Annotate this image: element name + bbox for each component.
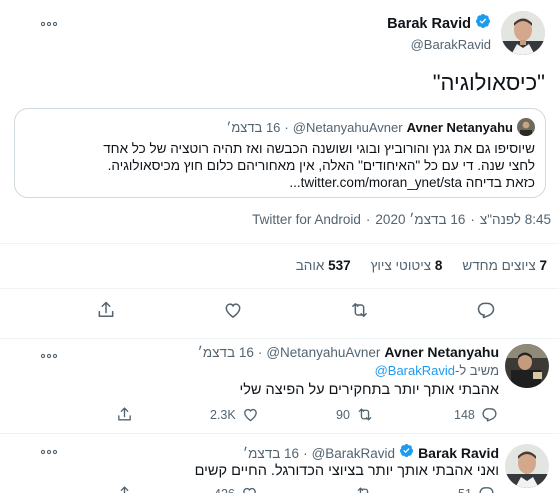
reply-retweet-button[interactable] <box>349 485 373 493</box>
quotes-label: ציטוטי ציוץ <box>370 258 432 273</box>
reply-text: אהבתי אותך יותר בתחקירים על הפיצה שלי <box>239 382 499 398</box>
likes-label: אוהב <box>295 258 325 273</box>
reply-author-name[interactable]: Avner Netanyahu <box>384 344 499 360</box>
tweet-stats: 7 ציוצים מחדש 8 ציטוטי ציוץ 537 אוהב <box>296 258 547 273</box>
reply-reply-button[interactable]: 148 <box>454 406 498 423</box>
tweet-source[interactable]: Twitter for Android <box>252 212 361 227</box>
reply-handle[interactable]: @NetanyahuAvner <box>266 345 380 360</box>
author-header[interactable]: Barak Ravid @BarakRavid <box>387 13 491 52</box>
reply-count: 51 <box>458 487 472 493</box>
main-tweet: Barak Ravid @BarakRavid "כיסאולוגיה" Avn… <box>0 0 559 338</box>
quoted-line: לחצי שנה. די עם כל "האיחודים" האלה, אין … <box>107 158 535 173</box>
divider <box>0 288 559 289</box>
share-icon <box>98 301 114 317</box>
like-button[interactable] <box>223 300 243 325</box>
quotes-stat[interactable]: 8 ציטוטי ציוץ <box>371 258 443 273</box>
retweet-count: 90 <box>336 407 350 422</box>
more-icon[interactable] <box>40 350 58 360</box>
quoted-date: 16 בדצמ׳ <box>226 119 281 135</box>
reply-text: ואני אהבתי אותך יותר בציוצי הכדורגל. החי… <box>194 463 499 479</box>
share-button[interactable] <box>96 300 116 325</box>
reply-share-button[interactable] <box>116 485 133 493</box>
reply-share-button[interactable] <box>116 406 133 423</box>
quoted-separator: · <box>284 119 289 135</box>
verified-badge-icon <box>399 443 414 463</box>
tweet-time[interactable]: 8:45 לפנה"צ <box>480 212 551 227</box>
like-icon <box>225 303 241 318</box>
reply-icon <box>482 408 497 422</box>
tweet-meta: 8:45 לפנה"צ · 16 בדצמ׳ 2020 · Twitter fo… <box>252 212 551 227</box>
likes-count: 537 <box>328 258 351 273</box>
retweet-button[interactable] <box>349 300 370 325</box>
divider <box>0 243 559 244</box>
likes-stat[interactable]: 537 אוהב <box>296 258 351 273</box>
reply-author-name[interactable]: Barak Ravid <box>418 445 499 461</box>
avatar[interactable] <box>505 344 549 388</box>
reply-date[interactable]: 16 בדצמ׳ <box>198 345 254 360</box>
replying-handle-link[interactable]: @BarakRavid <box>375 363 455 378</box>
reply-like-button[interactable]: 2.3K <box>210 406 259 423</box>
retweet-icon <box>358 408 372 421</box>
retweets-stat[interactable]: 7 ציוצים מחדש <box>462 258 547 273</box>
like-count: 2.3K <box>210 407 236 422</box>
reply-icon <box>479 487 494 493</box>
reply-count: 148 <box>454 407 475 422</box>
like-count: 426 <box>214 487 235 493</box>
reply-retweet-button[interactable]: 90 <box>336 406 374 423</box>
retweet-icon <box>357 487 369 493</box>
reply-separator: · <box>303 445 308 461</box>
share-icon <box>120 486 129 493</box>
reply-like-button[interactable]: 426 <box>214 485 258 493</box>
reply-separator: · <box>257 344 263 360</box>
quoted-line: שיוסיפו גם את גנץ והורוביץ ובוגי ושושנה … <box>103 141 535 156</box>
verified-badge-icon <box>475 13 491 34</box>
tweet-date[interactable]: 16 בדצמ׳ 2020 <box>375 212 465 227</box>
tweet-text: "כיסאולוגיה" <box>432 70 545 95</box>
reply-button[interactable] <box>476 300 496 325</box>
share-icon <box>118 407 131 421</box>
more-icon[interactable] <box>40 18 58 28</box>
reply-handle[interactable]: @BarakRavid <box>312 446 396 461</box>
meta-separator: · <box>470 212 475 227</box>
quoted-line: כזאת בדיחה twitter.com/moran_ynet/sta... <box>289 175 535 190</box>
quotes-count: 8 <box>434 258 443 273</box>
meta-separator: · <box>365 212 371 227</box>
retweets-count: 7 <box>539 258 547 273</box>
quoted-tweet[interactable]: Avner Netanyahu @NetanyahuAvner · 16 בדצ… <box>14 108 546 198</box>
reply-tweet[interactable]: Avner Netanyahu @NetanyahuAvner · 16 בדצ… <box>0 339 559 434</box>
replying-prefix: משיב ל- <box>454 363 499 378</box>
quoted-author-name: Avner Netanyahu <box>406 119 513 135</box>
retweets-label: ציוצים מחדש <box>462 258 536 273</box>
avatar[interactable] <box>505 444 549 488</box>
avatar[interactable] <box>501 11 545 55</box>
reply-icon <box>477 302 495 319</box>
reply-reply-button[interactable]: 51 <box>458 485 495 493</box>
quoted-handle: @NetanyahuAvner <box>292 119 403 135</box>
author-handle[interactable]: @BarakRavid <box>387 37 491 52</box>
reply-date[interactable]: 16 בדצמ׳ <box>243 446 299 461</box>
like-icon <box>243 408 257 422</box>
author-name[interactable]: Barak Ravid <box>387 16 471 32</box>
reply-tweet[interactable]: Barak Ravid @BarakRavid · 16 בדצמ׳ ואני … <box>0 434 559 493</box>
quoted-text: שיוסיפו גם את גנץ והורוביץ ובוגי ושושנה … <box>23 140 535 191</box>
replying-to: משיב ל-@BarakRavid <box>375 363 499 378</box>
more-icon[interactable] <box>40 446 58 456</box>
quoted-avatar <box>517 118 535 136</box>
like-icon <box>243 487 256 493</box>
retweet-icon <box>352 303 367 317</box>
